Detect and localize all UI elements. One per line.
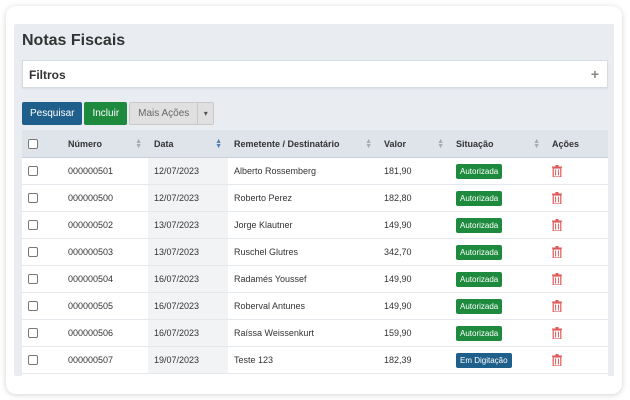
cell-remetente: Raíssa Weissenkurt <box>234 328 314 338</box>
table-row[interactable]: 000000506 16/07/2023 Raíssa Weissenkurt … <box>22 320 608 347</box>
cell-valor: 182,80 <box>384 193 412 203</box>
cell-numero: 000000501 <box>68 166 114 176</box>
cell-remetente: Alberto Rossemberg <box>234 166 317 176</box>
row-checkbox[interactable] <box>28 166 38 176</box>
cell-data: 16/07/2023 <box>148 320 228 346</box>
cell-valor: 159,90 <box>384 328 412 338</box>
toolbar: Pesquisar Incluir Mais Ações ▾ <box>22 102 216 126</box>
invoices-table: Número ▲ ▼ Data ▲ ▼ Remetente / Destinatár… <box>22 130 608 376</box>
status-badge: Autorizada <box>456 298 503 314</box>
trash-icon[interactable] <box>552 165 562 177</box>
sort-icon: ▲ ▼ <box>437 138 444 150</box>
cell-numero: 000000507 <box>68 355 114 365</box>
cell-data: 16/07/2023 <box>148 293 228 319</box>
row-checkbox[interactable] <box>28 355 38 365</box>
status-badge: Autorizada <box>456 190 503 206</box>
sort-asc-icon: ▲ ▼ <box>215 138 222 150</box>
expand-plus-icon[interactable]: + <box>591 66 599 82</box>
cell-valor: 149,90 <box>384 301 412 311</box>
status-badge: Autorizada <box>456 325 503 341</box>
cell-numero: 000000504 <box>68 274 114 284</box>
cell-numero: 000000505 <box>68 301 114 311</box>
table-row[interactable]: 000000501 12/07/2023 Alberto Rossemberg … <box>22 158 608 185</box>
select-all-checkbox[interactable] <box>28 138 38 149</box>
cell-valor: 149,90 <box>384 220 412 230</box>
cell-valor: 181,90 <box>384 166 412 176</box>
cell-valor: 182,39 <box>384 355 412 365</box>
more-actions-caret-icon[interactable]: ▾ <box>198 102 215 125</box>
cell-data: 12/07/2023 <box>148 158 228 184</box>
trash-icon[interactable] <box>552 327 562 339</box>
cell-data: 12/07/2023 <box>148 185 228 211</box>
trash-icon[interactable] <box>552 300 562 312</box>
row-checkbox[interactable] <box>28 301 38 311</box>
status-badge: Autorizada <box>456 271 503 287</box>
content-panel: Notas Fiscais Filtros + Pesquisar Inclui… <box>14 24 614 376</box>
row-checkbox[interactable] <box>28 274 38 284</box>
sort-icon: ▲ ▼ <box>135 138 142 150</box>
table-row[interactable]: 000000505 16/07/2023 Roberval Antunes 14… <box>22 293 608 320</box>
cell-numero: 000000500 <box>68 193 114 203</box>
cell-data: 19/07/2023 <box>148 347 228 373</box>
cell-data: 13/07/2023 <box>148 239 228 265</box>
row-checkbox[interactable] <box>28 193 38 203</box>
cell-data: 13/07/2023 <box>148 212 228 238</box>
cell-valor: 342,70 <box>384 247 412 257</box>
header-acoes: Ações <box>552 138 580 149</box>
cell-remetente: Roberval Antunes <box>234 301 306 311</box>
table-row[interactable]: 000000504 16/07/2023 Radamés Youssef 149… <box>22 266 608 293</box>
table-row[interactable]: 000000502 13/07/2023 Jorge Klautner 149,… <box>22 212 608 239</box>
trash-icon[interactable] <box>552 219 562 231</box>
select-all-cell <box>22 130 62 157</box>
table-header: Número ▲ ▼ Data ▲ ▼ Remetente / Destinatár… <box>22 130 608 158</box>
table-row[interactable]: 000000507 19/07/2023 Teste 123 182,39 Em… <box>22 347 608 374</box>
trash-icon[interactable] <box>552 246 562 258</box>
header-numero[interactable]: Número ▲ ▼ <box>62 130 148 157</box>
trash-icon[interactable] <box>552 273 562 285</box>
cell-remetente: Ruschel Glutres <box>234 247 299 257</box>
cell-numero: 000000502 <box>68 220 114 230</box>
filters-label: Filtros <box>29 68 66 82</box>
header-valor[interactable]: Valor ▲ ▼ <box>378 130 450 157</box>
header-situacao[interactable]: Situação ▲ ▼ <box>450 130 546 157</box>
sort-icon: ▲ ▼ <box>365 138 372 150</box>
status-badge: Autorizada <box>456 244 503 260</box>
table-row[interactable]: 000000500 12/07/2023 Roberto Perez 182,8… <box>22 185 608 212</box>
filters-panel[interactable]: Filtros + <box>22 60 608 88</box>
cell-data: 16/07/2023 <box>148 266 228 292</box>
row-checkbox[interactable] <box>28 328 38 338</box>
more-actions-button[interactable]: Mais Ações <box>129 102 199 125</box>
search-button[interactable]: Pesquisar <box>22 102 83 125</box>
status-badge: Autorizada <box>456 163 503 179</box>
trash-icon[interactable] <box>552 192 562 204</box>
sort-icon: ▲ ▼ <box>533 138 540 150</box>
cell-numero: 000000503 <box>68 247 114 257</box>
trash-icon[interactable] <box>552 354 562 366</box>
status-badge: Em Digitação <box>456 352 512 368</box>
status-badge: Autorizada <box>456 217 503 233</box>
cell-remetente: Radamés Youssef <box>234 274 307 284</box>
row-checkbox[interactable] <box>28 220 38 230</box>
page-title: Notas Fiscais <box>22 32 126 49</box>
add-button[interactable]: Incluir <box>84 102 128 125</box>
header-data[interactable]: Data ▲ ▼ <box>148 130 228 157</box>
cell-numero: 000000506 <box>68 328 114 338</box>
row-checkbox[interactable] <box>28 247 38 257</box>
cell-remetente: Roberto Perez <box>234 193 293 203</box>
header-remetente[interactable]: Remetente / Destinatário ▲ ▼ <box>228 130 378 157</box>
cell-remetente: Teste 123 <box>234 355 274 365</box>
cell-valor: 149,90 <box>384 274 412 284</box>
table-row[interactable]: 000000503 13/07/2023 Ruschel Glutres 342… <box>22 239 608 266</box>
cell-remetente: Jorge Klautner <box>234 220 293 230</box>
